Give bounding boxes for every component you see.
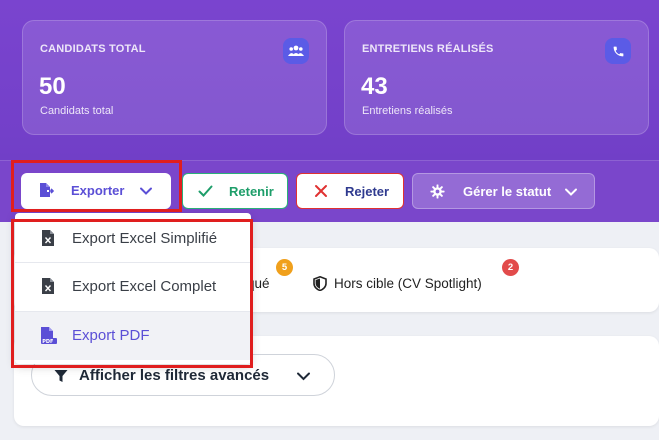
- check-icon: [198, 184, 213, 201]
- retain-button-label: Retenir: [229, 184, 274, 199]
- filter-icon: [54, 369, 68, 387]
- highlight-export-button: [11, 160, 182, 212]
- advanced-filters-label: Afficher les filtres avancés: [79, 367, 270, 384]
- close-icon: [314, 184, 328, 201]
- gear-icon: [430, 184, 445, 202]
- stat-value: 50: [39, 73, 66, 100]
- stat-card-candidates: CANDIDATS TOTAL 50 Candidats total: [22, 20, 327, 135]
- shield-icon: [313, 275, 327, 296]
- manage-status-button[interactable]: Gérer le statut: [412, 173, 595, 209]
- stat-value: 43: [361, 73, 388, 100]
- chevron-down-icon: [296, 369, 311, 387]
- users-icon: [283, 38, 309, 64]
- retain-button[interactable]: Retenir: [182, 173, 288, 209]
- stat-subtitle: Candidats total: [40, 105, 114, 117]
- stat-title: ENTRETIENS RÉALISÉS: [362, 43, 494, 55]
- tab-count-badge: 5: [276, 259, 293, 276]
- reject-button[interactable]: Rejeter: [296, 173, 404, 209]
- stat-subtitle: Entretiens réalisés: [362, 105, 453, 117]
- stat-card-interviews: ENTRETIENS RÉALISÉS 43 Entretiens réalis…: [344, 20, 649, 135]
- manage-status-label: Gérer le statut: [463, 184, 552, 199]
- tab-off-target[interactable]: Hors cible (CV Spotlight): [334, 276, 482, 291]
- stat-title: CANDIDATS TOTAL: [40, 43, 146, 55]
- phone-icon: [605, 38, 631, 64]
- highlight-export-menu: [11, 219, 253, 368]
- reject-button-label: Rejeter: [345, 184, 390, 199]
- chevron-down-icon: [564, 185, 578, 202]
- tab-count-badge: 2: [502, 259, 519, 276]
